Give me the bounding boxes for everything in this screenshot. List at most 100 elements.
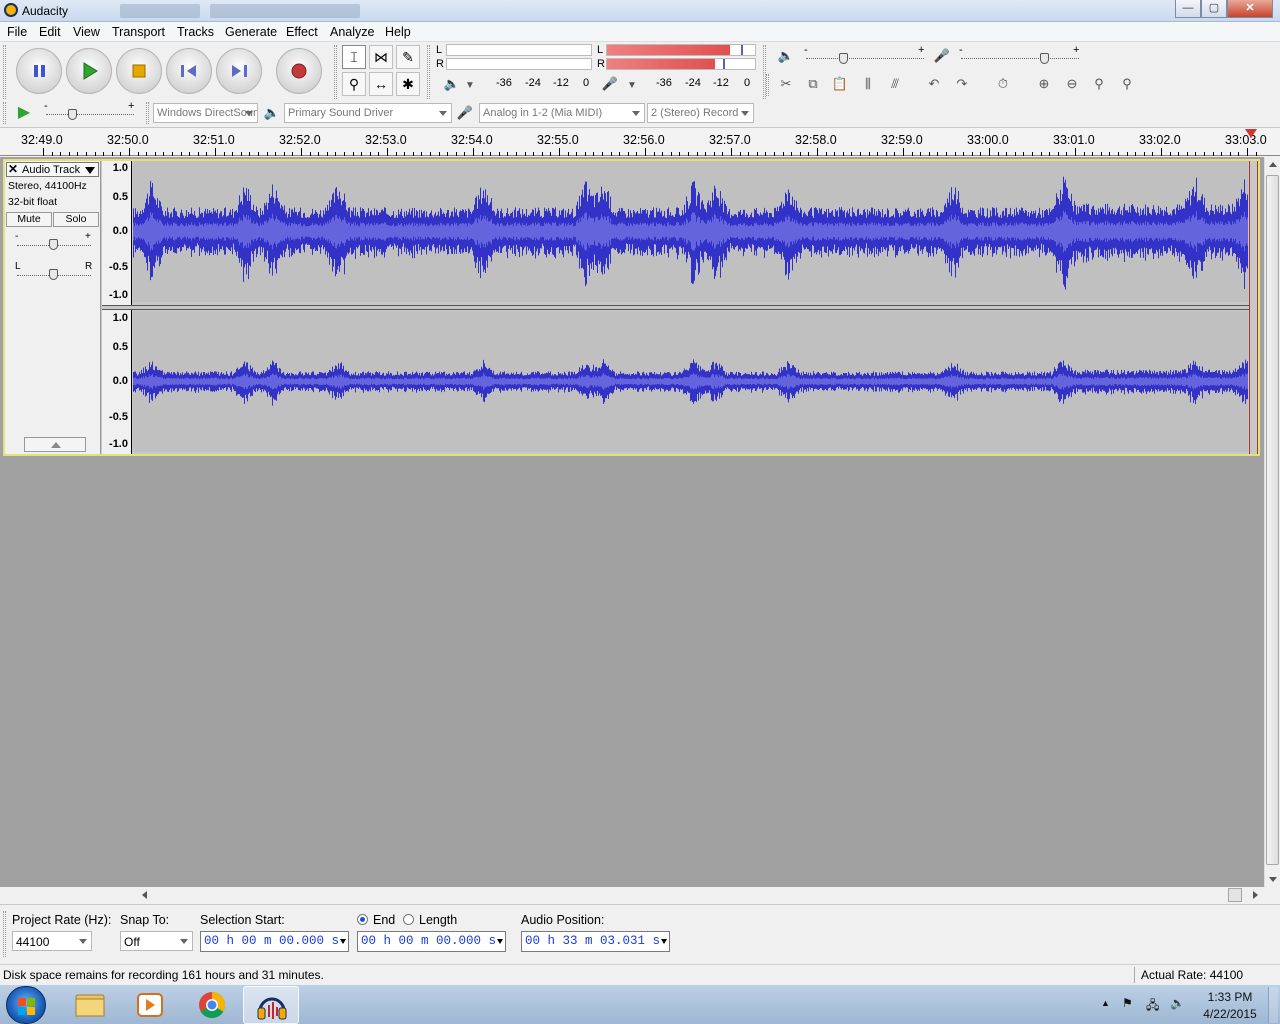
selection-end-time[interactable]: 00 h 00 m 00.000 s bbox=[357, 931, 506, 952]
play-at-speed-icon[interactable]: ▶ bbox=[12, 101, 36, 125]
zoom-in-icon[interactable]: ⊕ bbox=[1032, 72, 1056, 96]
timeline-ruler[interactable]: 32:49.0 32:50.0 32:51.0 32:52.0 32:53.0 32:54… bbox=[0, 128, 1280, 156]
scroll-right-icon[interactable] bbox=[1253, 891, 1258, 899]
menu-edit[interactable]: Edit bbox=[39, 25, 61, 39]
menu-generate[interactable]: Generate bbox=[225, 25, 277, 39]
gain-slider-thumb[interactable] bbox=[49, 239, 58, 250]
length-radio[interactable] bbox=[403, 914, 414, 925]
zoom-out-icon[interactable]: ⊖ bbox=[1060, 72, 1084, 96]
envelope-tool[interactable]: ⋈ bbox=[369, 45, 393, 69]
collapse-track-button[interactable] bbox=[24, 437, 86, 452]
playback-device-select[interactable]: Primary Sound Driver bbox=[284, 103, 452, 123]
menu-tracks[interactable]: Tracks bbox=[177, 25, 214, 39]
scroll-down-icon[interactable] bbox=[1269, 877, 1277, 882]
vertical-scrollbar[interactable] bbox=[1264, 157, 1280, 887]
waveform-left-channel[interactable] bbox=[133, 161, 1248, 302]
track-name-menu[interactable]: ✕ Audio Track bbox=[6, 162, 99, 177]
audio-track[interactable]: ✕ Audio Track Stereo, 44100Hz 32-bit flo… bbox=[3, 159, 1260, 456]
pan-slider-thumb[interactable] bbox=[49, 269, 58, 280]
snap-to-select[interactable]: Off bbox=[120, 931, 193, 951]
action-center-flag-icon[interactable]: ⚑ bbox=[1122, 996, 1133, 1010]
fit-project-icon[interactable]: ⚲ bbox=[1115, 72, 1139, 96]
sync-lock-icon[interactable]: ⏱ bbox=[991, 72, 1015, 96]
show-desktop-button[interactable] bbox=[1268, 987, 1278, 1023]
undo-icon[interactable]: ↶ bbox=[922, 72, 946, 96]
copy-icon[interactable]: ⧉ bbox=[801, 72, 825, 96]
toolbar-grip[interactable] bbox=[766, 74, 769, 96]
mute-button[interactable]: Mute bbox=[6, 212, 52, 227]
channels-select[interactable]: 2 (Stereo) Record bbox=[647, 103, 754, 123]
taskbar-chrome[interactable] bbox=[184, 986, 240, 1024]
record-button[interactable] bbox=[276, 48, 322, 94]
volume-icon[interactable]: 🔈 bbox=[1170, 996, 1185, 1010]
toolbar-grip[interactable] bbox=[146, 102, 149, 124]
track-format: Stereo, 44100Hz bbox=[8, 180, 87, 192]
horizontal-scroll-thumb[interactable] bbox=[1228, 888, 1242, 902]
menu-transport[interactable]: Transport bbox=[112, 25, 165, 39]
chevron-down-icon[interactable] bbox=[340, 939, 346, 944]
selection-tool[interactable]: 𝙸 bbox=[342, 45, 366, 69]
stop-button[interactable] bbox=[116, 48, 162, 94]
paste-icon[interactable]: 📋 bbox=[828, 72, 852, 96]
scroll-up-icon[interactable] bbox=[1269, 162, 1277, 167]
zoom-tool[interactable]: ⚲ bbox=[342, 72, 366, 96]
taskbar-media-player[interactable] bbox=[122, 986, 178, 1024]
chevron-down-icon[interactable] bbox=[497, 939, 503, 944]
toolbar-grip[interactable] bbox=[3, 45, 6, 99]
input-volume-slider[interactable] bbox=[961, 58, 1079, 59]
toolbar-grip[interactable] bbox=[3, 102, 6, 124]
toolbar-grip[interactable] bbox=[427, 45, 430, 99]
taskbar-audacity[interactable] bbox=[243, 986, 299, 1024]
maximize-button[interactable]: ▢ bbox=[1201, 0, 1227, 18]
menu-help[interactable]: Help bbox=[385, 25, 411, 39]
selection-start-time[interactable]: 00 h 00 m 00.000 s bbox=[200, 931, 349, 952]
output-volume-thumb[interactable] bbox=[839, 53, 848, 64]
input-volume-thumb[interactable] bbox=[1040, 53, 1049, 64]
scroll-left-icon[interactable] bbox=[142, 891, 147, 899]
chevron-down-icon[interactable] bbox=[661, 939, 667, 944]
close-button[interactable]: ✕ bbox=[1227, 0, 1273, 18]
clock-time[interactable]: 1:33 PM bbox=[1198, 990, 1262, 1004]
skip-start-button[interactable] bbox=[166, 48, 212, 94]
project-rate-select[interactable]: 44100 bbox=[12, 931, 92, 951]
toolbar-grip[interactable] bbox=[334, 45, 337, 99]
chevron-down-icon[interactable]: ▼ bbox=[458, 74, 482, 98]
clock-date[interactable]: 4/22/2015 bbox=[1198, 1007, 1262, 1021]
waveform-right-channel[interactable] bbox=[133, 311, 1248, 452]
silence-icon[interactable]: ⫻ bbox=[883, 72, 907, 96]
menu-analyze[interactable]: Analyze bbox=[330, 25, 374, 39]
pause-button[interactable] bbox=[16, 48, 62, 94]
skip-end-button[interactable] bbox=[216, 48, 262, 94]
play-speed-slider[interactable] bbox=[46, 114, 134, 115]
time-shift-tool[interactable]: ↔ bbox=[369, 72, 393, 96]
menu-effect[interactable]: Effect bbox=[286, 25, 318, 39]
track-area[interactable]: ✕ Audio Track Stereo, 44100Hz 32-bit flo… bbox=[0, 157, 1264, 887]
menu-file[interactable]: File bbox=[7, 25, 27, 39]
vertical-scroll-thumb[interactable] bbox=[1266, 175, 1279, 865]
show-hidden-icons[interactable]: ▲ bbox=[1101, 998, 1110, 1008]
trim-icon[interactable]: ⫼ bbox=[856, 72, 880, 96]
play-speed-thumb[interactable] bbox=[68, 109, 77, 120]
redo-icon[interactable]: ↷ bbox=[950, 72, 974, 96]
minimize-button[interactable]: — bbox=[1175, 0, 1201, 18]
output-volume-slider[interactable] bbox=[806, 58, 924, 59]
toolbar-grip[interactable] bbox=[3, 911, 6, 957]
audio-position-time[interactable]: 00 h 33 m 03.031 s bbox=[521, 931, 670, 952]
horizontal-scrollbar[interactable] bbox=[136, 887, 1264, 904]
fit-selection-icon[interactable]: ⚲ bbox=[1087, 72, 1111, 96]
network-icon[interactable]: 🖧 bbox=[1146, 996, 1159, 1017]
track-close-button[interactable]: ✕ bbox=[8, 162, 18, 176]
draw-tool[interactable]: ✎ bbox=[396, 45, 420, 69]
multi-tool[interactable]: ✱ bbox=[396, 72, 420, 96]
recording-device-select[interactable]: Analog in 1-2 (Mia MIDI) bbox=[479, 103, 645, 123]
play-button[interactable] bbox=[66, 48, 112, 94]
start-button[interactable] bbox=[6, 986, 46, 1024]
host-select[interactable]: Windows DirectSound bbox=[153, 103, 258, 123]
menu-view[interactable]: View bbox=[73, 25, 100, 39]
chevron-down-icon[interactable]: ▼ bbox=[620, 74, 644, 98]
taskbar-file-explorer[interactable] bbox=[62, 986, 118, 1024]
end-radio[interactable] bbox=[357, 914, 368, 925]
solo-button[interactable]: Solo bbox=[53, 212, 99, 227]
microphone-icon[interactable]: 🎤 bbox=[598, 72, 622, 96]
cut-icon[interactable]: ✂ bbox=[774, 72, 798, 96]
